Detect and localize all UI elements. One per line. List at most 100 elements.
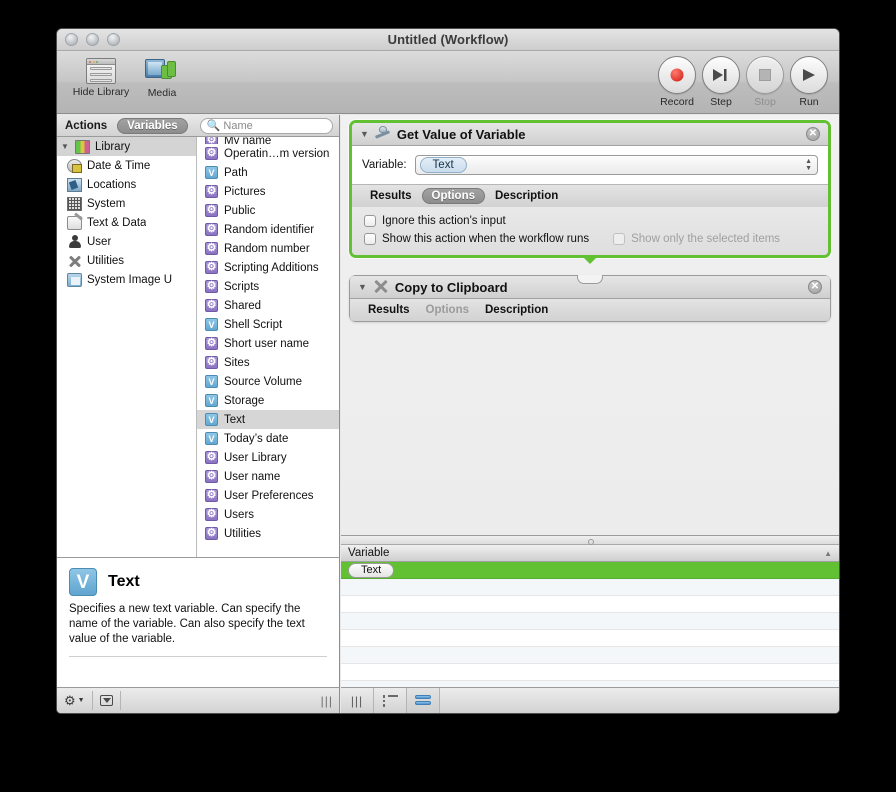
close-button[interactable] [65, 33, 78, 46]
action-tabs[interactable]: Results Options Description [350, 299, 830, 321]
variables-table: Variable ▲ Text [341, 535, 839, 698]
category-item-text-data[interactable]: Text & Data [57, 213, 197, 232]
table-row[interactable] [341, 613, 839, 630]
variable-list-item[interactable]: V Storage [197, 391, 339, 410]
filter-button[interactable] [93, 691, 121, 710]
view-grip[interactable]: ||| [341, 687, 374, 713]
category-item-label: Date & Time [87, 159, 151, 172]
variable-list-item[interactable]: V Today’s date [197, 429, 339, 448]
table-rows[interactable]: Text [341, 562, 839, 698]
tab-description[interactable]: Description [479, 303, 554, 317]
variable-list-item-label: Text [224, 413, 246, 426]
action-options: Ignore this action's input Show this act… [352, 207, 828, 255]
description-pane: V Text Specifies a new text variable. Ca… [57, 557, 339, 687]
window-controls [65, 33, 120, 46]
variable-list-item[interactable]: Shared [197, 296, 339, 315]
main-toolbar: Hide Library Media Record Step Stop Run [57, 51, 839, 114]
table-row[interactable] [341, 630, 839, 647]
resize-grip[interactable]: ||| [321, 694, 333, 708]
table-row[interactable] [341, 647, 839, 664]
category-item-date-time[interactable]: Date & Time [57, 156, 197, 175]
variable-list-item[interactable]: Scripting Additions [197, 258, 339, 277]
action-header[interactable]: ▼ Get Value of Variable ✕ [352, 123, 828, 146]
disclosure-triangle-icon[interactable]: ▼ [360, 129, 369, 139]
variable-list-item[interactable]: User Preferences [197, 486, 339, 505]
action-copy-to-clipboard[interactable]: ▼ Copy to Clipboard ✕ Results Options De… [349, 275, 831, 322]
close-icon[interactable]: ✕ [806, 127, 820, 141]
variable-list-item[interactable]: V Path [197, 163, 339, 182]
minimize-button[interactable] [86, 33, 99, 46]
workflow-canvas[interactable]: ▼ Get Value of Variable ✕ Variable: Text… [341, 115, 839, 535]
table-row[interactable] [341, 664, 839, 681]
variable-list-item[interactable]: Short user name [197, 334, 339, 353]
tab-results[interactable]: Results [364, 189, 418, 203]
description-body: Specifies a new text variable. Can speci… [69, 603, 305, 645]
tab-actions[interactable]: Actions [63, 119, 109, 133]
variable-list-item[interactable]: User name [197, 467, 339, 486]
variable-library-list[interactable]: My name Operatin…m version V Path Pictures Pu… [197, 137, 339, 557]
category-item-label: Locations [87, 178, 137, 191]
variable-list-item[interactable]: Scripts [197, 277, 339, 296]
variable-list-item[interactable]: Random identifier [197, 220, 339, 239]
checkbox[interactable] [364, 233, 376, 245]
disclosure-triangle-icon[interactable]: ▼ [358, 282, 367, 292]
table-column-header[interactable]: Variable ▲ [341, 545, 839, 562]
tab-results[interactable]: Results [362, 303, 416, 317]
checkbox[interactable] [364, 215, 376, 227]
option-label: Show this action when the workflow runs [382, 233, 590, 245]
clock-icon [67, 158, 82, 173]
list-view-button[interactable] [374, 687, 407, 713]
variable-list-item[interactable]: Users [197, 505, 339, 524]
category-item-system-image-u[interactable]: System Image U [57, 270, 197, 289]
category-item-system[interactable]: System [57, 194, 197, 213]
variable-list-item[interactable]: User Library [197, 448, 339, 467]
variable-list-item[interactable]: Operatin…m version [197, 144, 339, 163]
tab-options[interactable]: Options [421, 188, 485, 204]
category-item-locations[interactable]: Locations [57, 175, 197, 194]
variable-popup-button[interactable]: Text ▲ ▼ [414, 155, 818, 175]
hide-library-button[interactable]: Hide Library [71, 56, 131, 98]
gear-menu-button[interactable]: ⚙ ▼ [57, 691, 93, 710]
workflow-bottom-bar: ||| [341, 687, 839, 713]
table-resize-handle[interactable] [341, 536, 839, 545]
tab-variables[interactable]: Variables [117, 117, 188, 134]
variable-list-item[interactable]: Sites [197, 353, 339, 372]
user-icon [67, 234, 82, 249]
v-variable-icon: V [69, 568, 97, 596]
variable-list-item[interactable]: V Text [197, 410, 339, 429]
zoom-button[interactable] [107, 33, 120, 46]
category-list[interactable]: ▼ Library Date & Time Locations System Text &… [57, 137, 197, 557]
action-get-value-of-variable[interactable]: ▼ Get Value of Variable ✕ Variable: Text… [349, 120, 831, 264]
variable-list-item[interactable]: My name [197, 137, 339, 144]
category-item-library[interactable]: ▼ Library [57, 137, 197, 156]
search-input[interactable]: 🔍 Name [199, 117, 333, 134]
variable-list-item[interactable]: Random number [197, 239, 339, 258]
variable-list-item[interactable]: V Shell Script [197, 315, 339, 334]
variable-list-item-label: Operatin…m version [224, 147, 330, 160]
run-button[interactable]: Run [779, 56, 839, 108]
gear-variable-icon [205, 204, 218, 217]
category-item-utilities[interactable]: Utilities [57, 251, 197, 270]
gear-variable-icon [205, 489, 218, 502]
option-show-when-runs[interactable]: Show this action when the workflow runs … [364, 230, 816, 248]
gear-icon: ⚙ [64, 692, 76, 708]
action-tabs[interactable]: Results Options Description [352, 185, 828, 207]
category-item-label: Utilities [87, 254, 125, 267]
variable-list-item[interactable]: Pictures [197, 182, 339, 201]
option-ignore-input[interactable]: Ignore this action's input [364, 212, 816, 230]
tab-description[interactable]: Description [489, 189, 564, 203]
copy-to-clipboard-icon [373, 279, 389, 294]
variable-list-item[interactable]: V Source Volume [197, 372, 339, 391]
close-icon[interactable]: ✕ [808, 280, 822, 294]
category-item-user[interactable]: User [57, 232, 197, 251]
table-row[interactable] [341, 596, 839, 613]
disclosure-triangle-icon[interactable]: ▼ [61, 142, 70, 151]
table-row[interactable] [341, 579, 839, 596]
variable-list-item[interactable]: Public [197, 201, 339, 220]
variable-list-item[interactable]: Utilities [197, 524, 339, 543]
media-button[interactable]: Media [132, 56, 192, 99]
workflow-panel: ▼ Get Value of Variable ✕ Variable: Text… [341, 115, 839, 713]
table-row[interactable]: Text [341, 562, 839, 579]
variables-view-button[interactable] [407, 687, 440, 713]
option-label: Ignore this action's input [382, 215, 506, 227]
